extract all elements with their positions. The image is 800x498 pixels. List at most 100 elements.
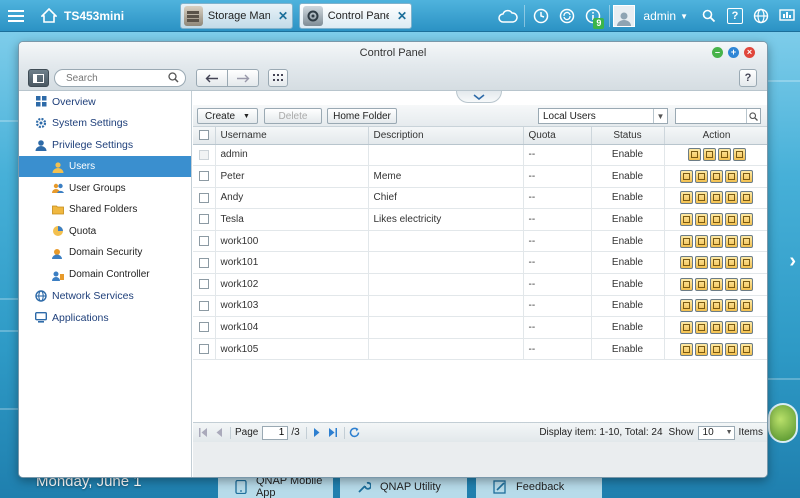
- table-row[interactable]: work100 -- Enable: [193, 230, 767, 253]
- group-icon[interactable]: [710, 213, 723, 227]
- row-checkbox[interactable]: [199, 257, 209, 268]
- row-checkbox[interactable]: [199, 171, 209, 182]
- group-icon[interactable]: [710, 342, 723, 356]
- row-checkbox[interactable]: [199, 192, 209, 203]
- edit-icon[interactable]: [702, 148, 716, 162]
- table-row[interactable]: work103 -- Enable: [193, 295, 767, 318]
- edit-icon[interactable]: [695, 342, 708, 356]
- desktop-widget[interactable]: [768, 403, 798, 443]
- quota-icon[interactable]: [740, 234, 753, 248]
- delete-button[interactable]: Delete: [264, 108, 322, 124]
- user-name[interactable]: admin: [643, 9, 676, 23]
- help-icon[interactable]: ?: [722, 0, 748, 32]
- table-row[interactable]: admin -- Enable: [193, 144, 767, 167]
- previous-page-icon[interactable]: [213, 427, 225, 439]
- key-icon[interactable]: [680, 277, 693, 291]
- column-header-description[interactable]: Description: [368, 127, 524, 145]
- row-checkbox[interactable]: [199, 322, 209, 333]
- group-icon[interactable]: [717, 148, 731, 162]
- taskbar-app-storage-manager[interactable]: Storage Mana... ✕: [180, 2, 293, 29]
- minimize-icon[interactable]: –: [712, 47, 723, 58]
- edit-icon[interactable]: [695, 256, 708, 270]
- group-icon[interactable]: [710, 277, 723, 291]
- user-search-box[interactable]: [675, 108, 761, 124]
- select-all-checkbox[interactable]: [199, 130, 209, 141]
- row-checkbox[interactable]: [199, 344, 209, 354]
- table-row[interactable]: work102 -- Enable: [193, 273, 767, 296]
- sidebar-item-domain-controller[interactable]: Domain Controller: [19, 264, 191, 286]
- dock-item-mobile-app[interactable]: QNAP Mobile App: [218, 475, 333, 498]
- sidebar-item-shared-folders[interactable]: Shared Folders: [19, 199, 191, 221]
- create-button[interactable]: Create ▼: [197, 108, 258, 124]
- edit-icon[interactable]: [695, 191, 708, 205]
- refresh-icon[interactable]: [349, 427, 361, 439]
- key-icon[interactable]: [680, 169, 693, 183]
- folder-icon[interactable]: [725, 342, 738, 356]
- close-icon[interactable]: ✕: [397, 9, 407, 23]
- taskbar-app-control-panel[interactable]: Control Panel ✕: [299, 2, 412, 29]
- window-titlebar[interactable]: Control Panel – + ×: [19, 42, 767, 65]
- sidebar-item-applications[interactable]: Applications: [19, 307, 191, 329]
- column-header-username[interactable]: Username: [215, 127, 369, 145]
- globe-icon[interactable]: [748, 0, 774, 32]
- key-icon[interactable]: [680, 299, 693, 313]
- home-icon[interactable]: [38, 5, 60, 27]
- folder-icon[interactable]: [725, 299, 738, 313]
- search-icon[interactable]: [746, 109, 760, 123]
- column-header-quota[interactable]: Quota: [523, 127, 592, 145]
- table-row[interactable]: Peter Meme -- Enable: [193, 165, 767, 188]
- next-page-icon[interactable]: [311, 427, 323, 439]
- close-icon[interactable]: ×: [744, 47, 755, 58]
- key-icon[interactable]: [680, 191, 693, 205]
- quota-icon[interactable]: [740, 342, 753, 356]
- sidebar-item-quota[interactable]: Quota: [19, 221, 191, 243]
- quota-icon[interactable]: [740, 191, 753, 205]
- back-button[interactable]: [196, 69, 228, 87]
- folder-icon[interactable]: [725, 321, 738, 335]
- sync-icon[interactable]: [554, 0, 580, 32]
- edit-icon[interactable]: [695, 169, 708, 183]
- key-icon[interactable]: [680, 234, 693, 248]
- sidebar-toggle-icon[interactable]: [28, 69, 49, 87]
- clock-icon[interactable]: [528, 0, 554, 32]
- table-row[interactable]: work105 -- Enable: [193, 338, 767, 361]
- edit-icon[interactable]: [695, 213, 708, 227]
- sidebar-item-domain-security[interactable]: Domain Security: [19, 242, 191, 264]
- table-row[interactable]: Andy Chief -- Enable: [193, 187, 767, 210]
- main-menu-icon[interactable]: [0, 0, 32, 32]
- group-icon[interactable]: [710, 191, 723, 205]
- edit-icon[interactable]: [695, 277, 708, 291]
- group-icon[interactable]: [710, 321, 723, 335]
- column-header-status[interactable]: Status: [591, 127, 665, 145]
- edit-icon[interactable]: [695, 234, 708, 248]
- info-icon[interactable]: 9: [580, 0, 606, 32]
- folder-icon[interactable]: [725, 277, 738, 291]
- quota-icon[interactable]: [740, 213, 753, 227]
- edit-icon[interactable]: [695, 321, 708, 335]
- key-icon[interactable]: [687, 148, 701, 162]
- key-icon[interactable]: [680, 256, 693, 270]
- folder-icon[interactable]: [732, 148, 746, 162]
- page-size-select[interactable]: 10 ▼: [697, 425, 735, 440]
- help-button[interactable]: ?: [739, 69, 757, 87]
- key-icon[interactable]: [680, 321, 693, 335]
- page-number-input[interactable]: [262, 425, 289, 440]
- key-icon[interactable]: [680, 213, 693, 227]
- forward-button[interactable]: [227, 69, 259, 87]
- close-icon[interactable]: ✕: [278, 9, 288, 23]
- sidebar-item-system-settings[interactable]: System Settings: [19, 113, 191, 135]
- folder-icon[interactable]: [725, 169, 738, 183]
- dock-item-qnap-utility[interactable]: QNAP Utility: [340, 475, 467, 498]
- last-page-icon[interactable]: [327, 427, 339, 439]
- chevron-right-icon[interactable]: ›: [789, 250, 796, 273]
- quota-icon[interactable]: [740, 256, 753, 270]
- row-checkbox[interactable]: [199, 300, 209, 311]
- group-icon[interactable]: [710, 234, 723, 248]
- group-icon[interactable]: [710, 256, 723, 270]
- row-checkbox[interactable]: [199, 279, 209, 290]
- folder-icon[interactable]: [725, 234, 738, 248]
- sidebar-item-overview[interactable]: Overview: [19, 91, 191, 113]
- folder-icon[interactable]: [725, 191, 738, 205]
- search-input[interactable]: [66, 72, 162, 84]
- user-filter-select[interactable]: Local Users ▼: [538, 108, 668, 124]
